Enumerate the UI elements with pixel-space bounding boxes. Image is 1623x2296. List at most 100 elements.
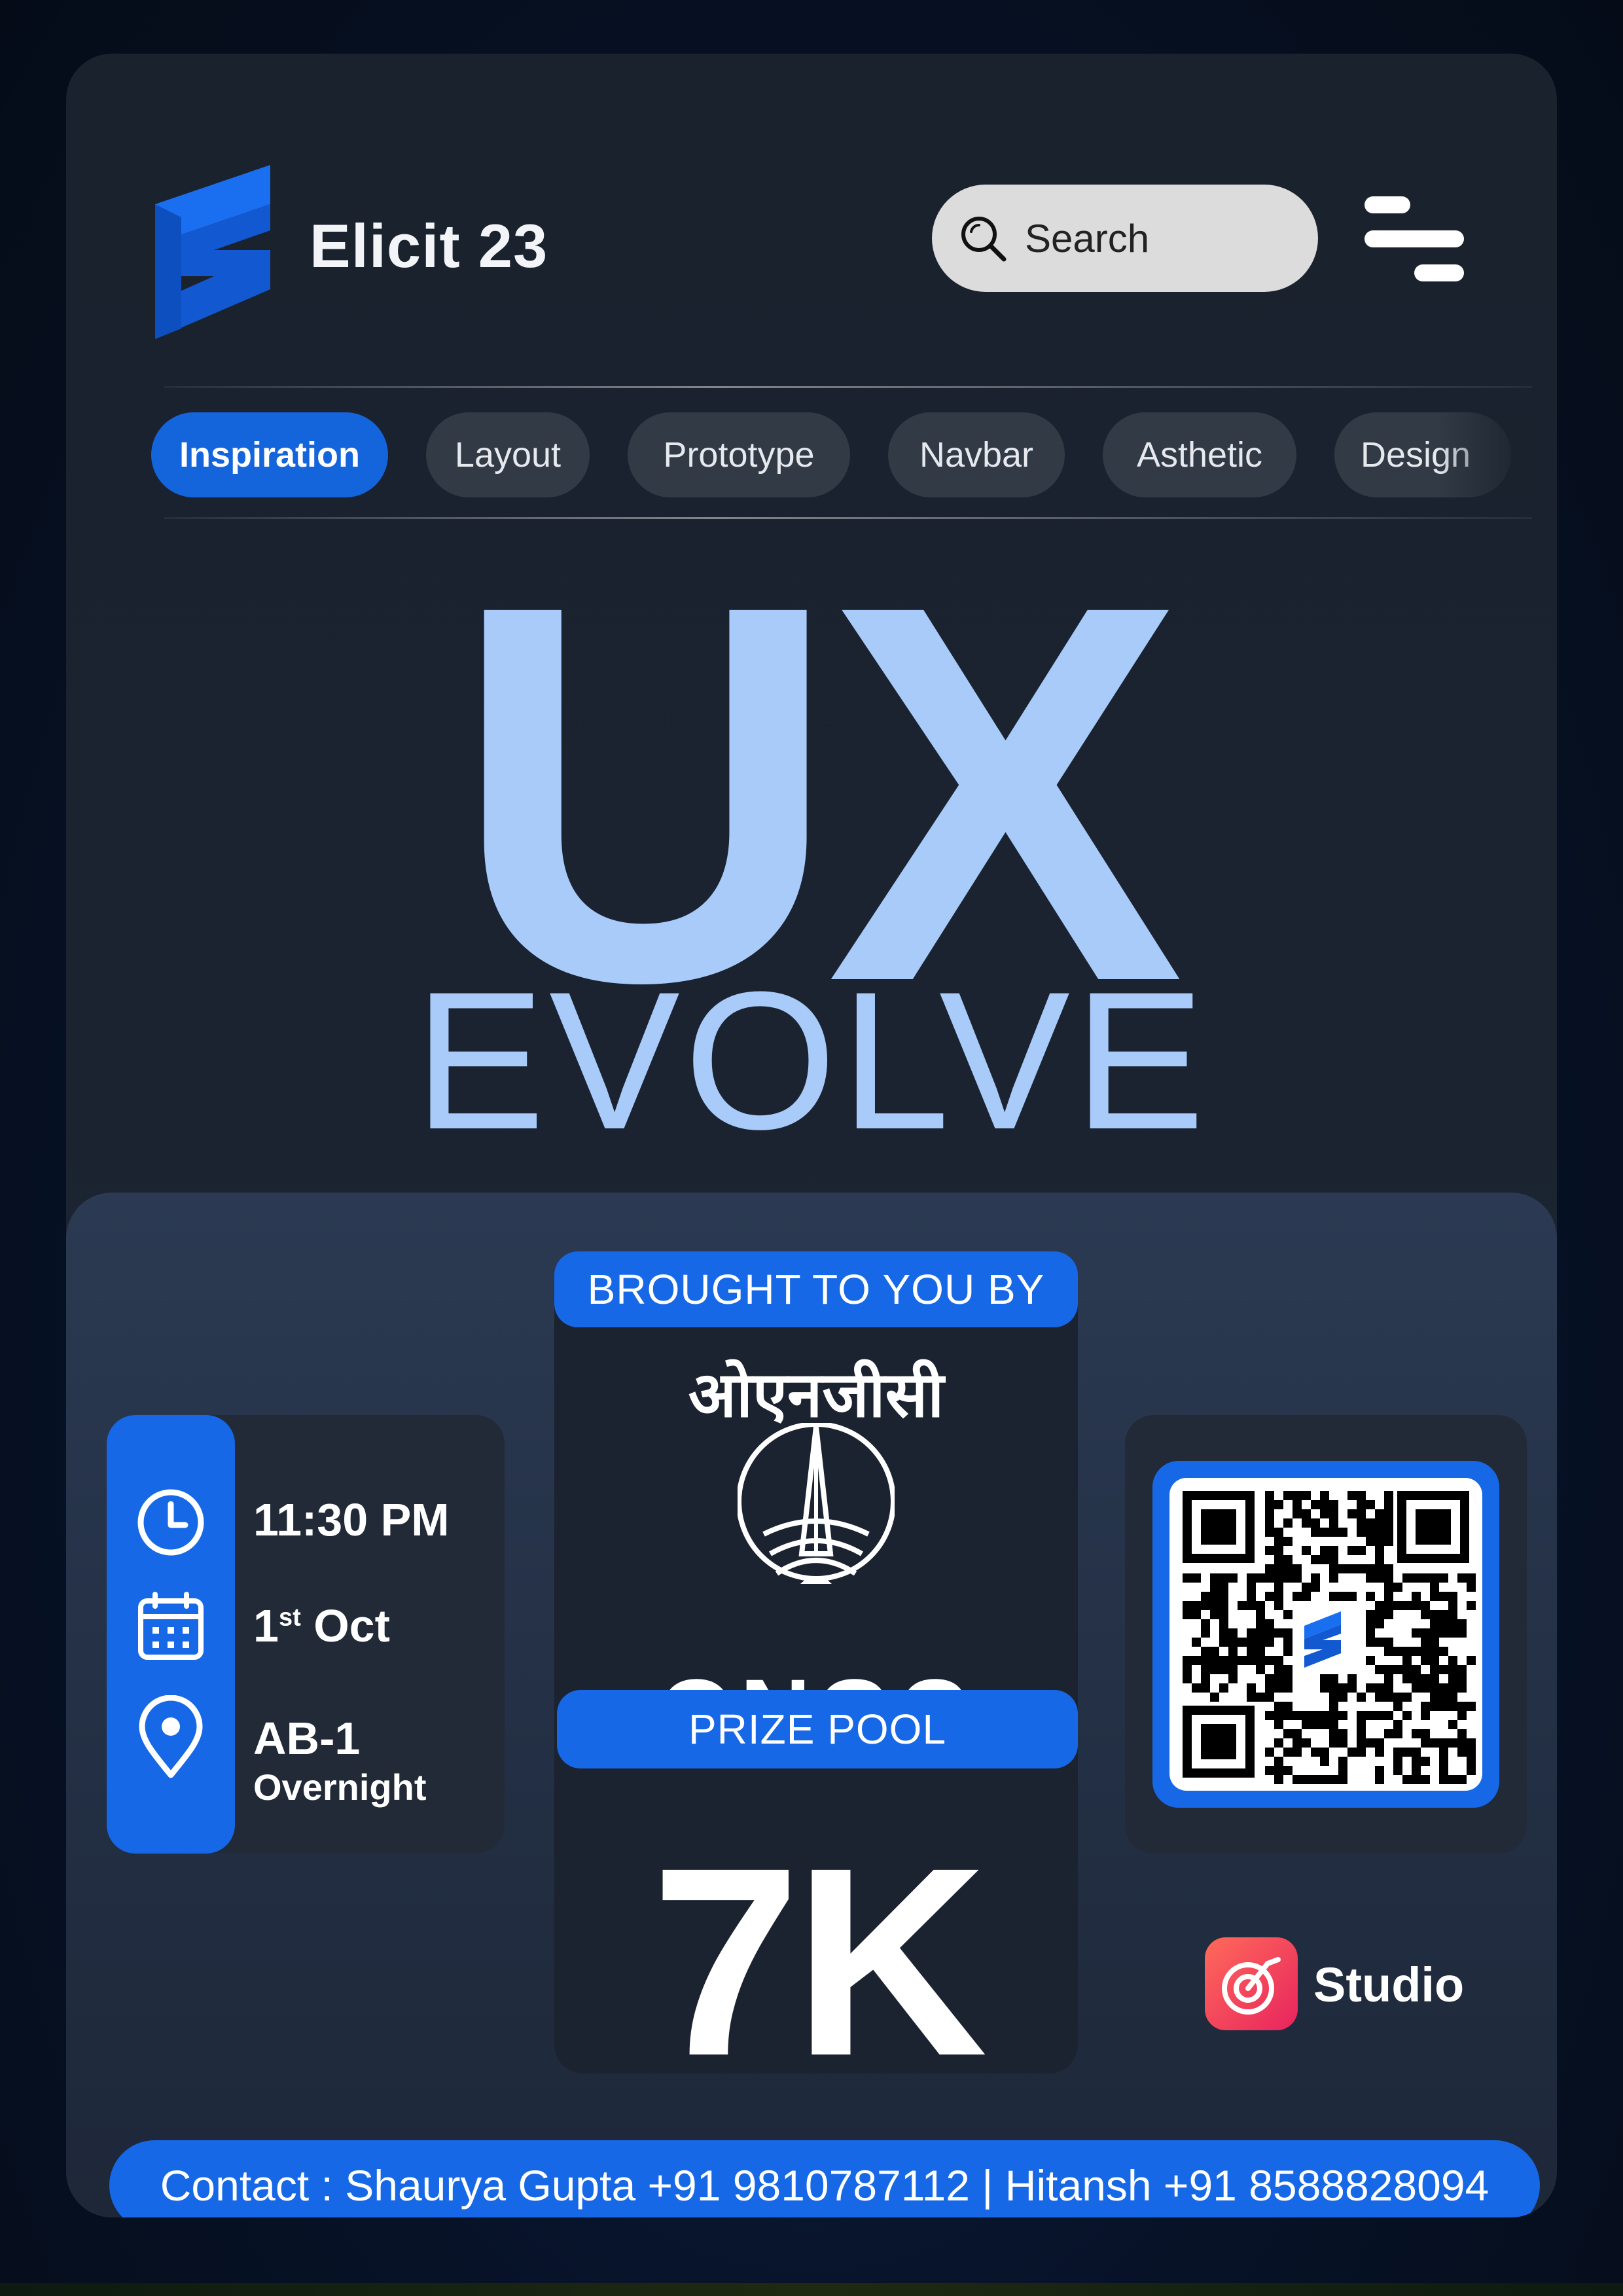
qr-module	[1421, 1729, 1430, 1738]
qr-module	[1338, 1564, 1347, 1573]
qr-module	[1228, 1647, 1238, 1656]
qr-module	[1201, 1674, 1210, 1683]
qr-module	[1283, 1537, 1293, 1546]
qr-module	[1366, 1573, 1375, 1583]
tab-inspiration[interactable]: Inspiration	[151, 412, 388, 497]
qr-module	[1439, 1665, 1448, 1674]
qr-module	[1183, 1656, 1192, 1665]
qr-module	[1421, 1775, 1430, 1784]
qr-module	[1430, 1628, 1439, 1638]
qr-module	[1412, 1573, 1421, 1583]
qr-module	[1228, 1674, 1238, 1683]
qr-module	[1274, 1555, 1283, 1564]
qr-module	[1311, 1720, 1320, 1729]
qr-module	[1219, 1610, 1228, 1619]
qr-module	[1375, 1509, 1384, 1518]
qr-module	[1302, 1583, 1311, 1592]
menu-icon[interactable]	[1364, 196, 1464, 281]
qr-module	[1393, 1729, 1402, 1738]
qr-module	[1183, 1610, 1192, 1619]
qr-module	[1384, 1665, 1393, 1674]
qr-module	[1375, 1564, 1384, 1573]
tab-prototype[interactable]: Prototype	[628, 412, 850, 497]
qr-module	[1402, 1775, 1412, 1784]
qr-module	[1384, 1610, 1393, 1619]
qr-module	[1421, 1638, 1430, 1647]
qr-module	[1448, 1592, 1457, 1601]
qr-module	[1402, 1573, 1412, 1583]
qr-module	[1320, 1757, 1329, 1766]
qr-module	[1201, 1665, 1210, 1674]
qr-module	[1338, 1711, 1347, 1720]
qr-module	[1375, 1766, 1384, 1775]
qr-module	[1274, 1528, 1283, 1537]
qr-module	[1247, 1638, 1256, 1647]
qr-module	[1375, 1537, 1384, 1546]
qr-module	[1283, 1564, 1293, 1573]
qr-module	[1256, 1638, 1265, 1647]
qr-module	[1375, 1601, 1384, 1610]
qr-module	[1467, 1766, 1476, 1775]
qr-module	[1320, 1555, 1329, 1564]
qr-module	[1393, 1766, 1402, 1775]
qr-module	[1338, 1757, 1347, 1766]
search-input[interactable]	[1024, 215, 1288, 262]
qr-module	[1412, 1665, 1421, 1674]
qr-module	[1457, 1674, 1467, 1683]
qr-module	[1402, 1748, 1412, 1757]
tab-bar: Inspiration Layout Prototype Navbar Asth…	[151, 412, 1535, 497]
qr-module	[1430, 1674, 1439, 1683]
qr-module	[1430, 1638, 1439, 1647]
brand-title: Elicit 23	[310, 211, 548, 280]
qr-module	[1357, 1564, 1366, 1573]
tab-layout[interactable]: Layout	[426, 412, 590, 497]
qr-module	[1320, 1748, 1329, 1757]
qr-module	[1274, 1720, 1283, 1729]
qr-module	[1256, 1573, 1265, 1583]
contact-bar: Contact : Shaurya Gupta +91 9810787112 |…	[109, 2140, 1540, 2217]
qr-module	[1283, 1573, 1293, 1583]
qr-module	[1329, 1500, 1338, 1509]
search-bar[interactable]	[932, 185, 1318, 292]
qr-module	[1357, 1509, 1366, 1518]
qr-module	[1448, 1601, 1457, 1610]
qr-module	[1439, 1693, 1448, 1702]
qr-module	[1274, 1702, 1283, 1711]
qr-module	[1329, 1564, 1338, 1573]
qr-module	[1256, 1665, 1265, 1674]
qr-module	[1329, 1518, 1338, 1528]
event-venue: AB-1	[253, 1713, 361, 1764]
qr-code[interactable]	[1169, 1478, 1482, 1791]
qr-module	[1448, 1610, 1457, 1619]
qr-module	[1201, 1683, 1210, 1693]
qr-module	[1421, 1674, 1430, 1683]
qr-module	[1375, 1555, 1384, 1564]
qr-module	[1439, 1610, 1448, 1619]
qr-module	[1347, 1674, 1357, 1683]
qr-module	[1347, 1546, 1357, 1555]
qr-module	[1448, 1656, 1457, 1665]
qr-module	[1384, 1693, 1393, 1702]
qr-module	[1320, 1546, 1329, 1555]
qr-module	[1201, 1656, 1210, 1665]
tab-navbar[interactable]: Navbar	[888, 412, 1065, 497]
qr-module	[1329, 1683, 1338, 1693]
qr-module	[1265, 1711, 1274, 1720]
qr-module	[1412, 1592, 1421, 1601]
qr-module	[1430, 1693, 1439, 1702]
qr-module	[1228, 1638, 1238, 1647]
qr-module	[1375, 1546, 1384, 1555]
qr-module	[1357, 1500, 1366, 1509]
qr-module	[1439, 1748, 1448, 1757]
tab-asthetic[interactable]: Asthetic	[1103, 412, 1296, 497]
qr-module	[1384, 1537, 1393, 1546]
qr-module	[1357, 1711, 1366, 1720]
qr-module	[1402, 1674, 1412, 1683]
qr-module	[1329, 1573, 1338, 1583]
tabs-fade	[1436, 412, 1535, 497]
qr-module	[1320, 1711, 1329, 1720]
qr-module	[1210, 1601, 1219, 1610]
qr-module	[1448, 1674, 1457, 1683]
qr-module	[1256, 1628, 1265, 1638]
qr-module	[1338, 1693, 1347, 1702]
